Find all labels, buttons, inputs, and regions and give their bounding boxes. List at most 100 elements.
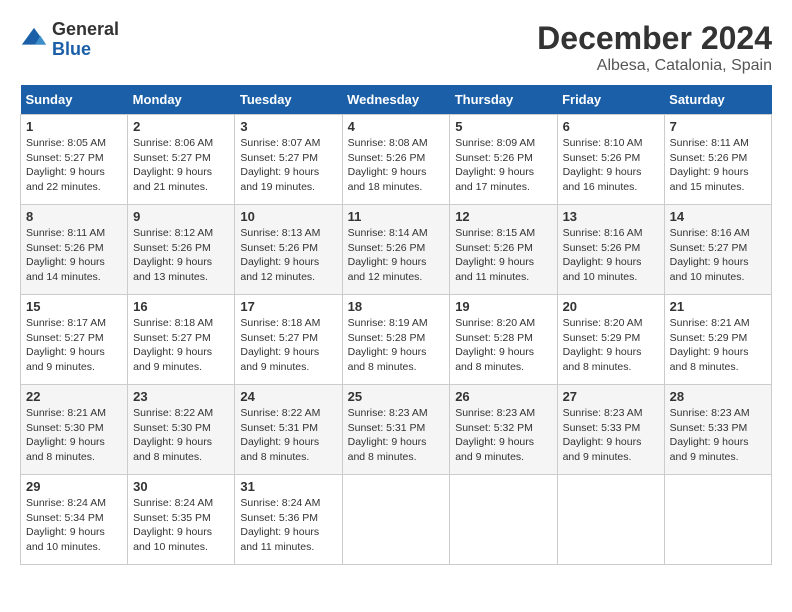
table-row: 29Sunrise: 8:24 AM Sunset: 5:34 PM Dayli… — [21, 475, 128, 565]
table-row: 19 Sunrise: 8:20 AM Sunset: 5:28 PM Dayli… — [450, 295, 557, 385]
day-info: Sunrise: 8:23 AM Sunset: 5:33 PM Dayligh… — [670, 406, 766, 465]
table-row — [664, 475, 771, 565]
table-row: 20 Sunrise: 8:20 AM Sunset: 5:29 PM Dayli… — [557, 295, 664, 385]
day-number: 13 — [563, 209, 659, 224]
day-info: Sunrise: 8:20 AM Sunset: 5:29 PM Dayligh… — [563, 316, 659, 375]
table-row: 10Sunrise: 8:13 AM Sunset: 5:26 PM Dayli… — [235, 205, 342, 295]
day-info: Sunrise: 8:18 AM Sunset: 5:27 PM Dayligh… — [133, 316, 229, 375]
day-number: 16 — [133, 299, 229, 314]
day-info: Sunrise: 8:17 AM Sunset: 5:27 PM Dayligh… — [26, 316, 122, 375]
day-info: Sunrise: 8:15 AM Sunset: 5:26 PM Dayligh… — [455, 226, 551, 285]
day-number: 25 — [348, 389, 445, 404]
day-number: 5 — [455, 119, 551, 134]
logo-icon — [20, 26, 48, 54]
month-title: December 2024 — [537, 20, 772, 57]
table-row: 15 Sunrise: 8:17 AM Sunset: 5:27 PM Dayli… — [21, 295, 128, 385]
table-row: 12 Sunrise: 8:15 AM Sunset: 5:26 PM Dayli… — [450, 205, 557, 295]
day-number: 15 — [26, 299, 122, 314]
day-info: Sunrise: 8:09 AM Sunset: 5:26 PM Dayligh… — [455, 136, 551, 195]
day-number: 24 — [240, 389, 336, 404]
header-sunday: Sunday — [21, 85, 128, 115]
table-row: 6 Sunrise: 8:10 AM Sunset: 5:26 PM Daylig… — [557, 115, 664, 205]
logo-blue-text: Blue — [52, 39, 91, 59]
table-row: 25 Sunrise: 8:23 AM Sunset: 5:31 PM Dayli… — [342, 385, 450, 475]
table-row: 18Sunrise: 8:19 AM Sunset: 5:28 PM Dayli… — [342, 295, 450, 385]
calendar-table: Sunday Monday Tuesday Wednesday Thursday… — [20, 85, 772, 565]
table-row: 23 Sunrise: 8:22 AM Sunset: 5:30 PM Dayli… — [128, 385, 235, 475]
page-header: General Blue December 2024 Albesa, Catal… — [20, 20, 772, 75]
day-number: 23 — [133, 389, 229, 404]
day-info: Sunrise: 8:12 AM Sunset: 5:26 PM Dayligh… — [133, 226, 229, 285]
calendar-week-4: 22 Sunrise: 8:21 AM Sunset: 5:30 PM Dayli… — [21, 385, 772, 475]
day-number: 22 — [26, 389, 122, 404]
table-row: 3 Sunrise: 8:07 AM Sunset: 5:27 PM Daylig… — [235, 115, 342, 205]
day-number: 21 — [670, 299, 766, 314]
logo-general-text: General — [52, 19, 119, 39]
day-info: Sunrise: 8:06 AM Sunset: 5:27 PM Dayligh… — [133, 136, 229, 195]
day-info: Sunrise: 8:21 AM Sunset: 5:30 PM Dayligh… — [26, 406, 122, 465]
day-number: 8 — [26, 209, 122, 224]
day-number: 2 — [133, 119, 229, 134]
day-number: 17 — [240, 299, 336, 314]
table-row: 5 Sunrise: 8:09 AM Sunset: 5:26 PM Daylig… — [450, 115, 557, 205]
day-info: Sunrise: 8:24 AM Sunset: 5:36 PM Dayligh… — [240, 496, 336, 555]
table-row: 21 Sunrise: 8:21 AM Sunset: 5:29 PM Dayli… — [664, 295, 771, 385]
header-wednesday: Wednesday — [342, 85, 450, 115]
table-row: 14 Sunrise: 8:16 AM Sunset: 5:27 PM Dayli… — [664, 205, 771, 295]
day-info: Sunrise: 8:07 AM Sunset: 5:27 PM Dayligh… — [240, 136, 336, 195]
table-row: 9 Sunrise: 8:12 AM Sunset: 5:26 PM Daylig… — [128, 205, 235, 295]
day-number: 7 — [670, 119, 766, 134]
day-number: 14 — [670, 209, 766, 224]
day-number: 30 — [133, 479, 229, 494]
day-number: 3 — [240, 119, 336, 134]
day-number: 12 — [455, 209, 551, 224]
table-row — [450, 475, 557, 565]
day-number: 11 — [348, 209, 445, 224]
day-info: Sunrise: 8:20 AM Sunset: 5:28 PM Dayligh… — [455, 316, 551, 375]
day-number: 31 — [240, 479, 336, 494]
table-row: 27Sunrise: 8:23 AM Sunset: 5:33 PM Dayli… — [557, 385, 664, 475]
day-info: Sunrise: 8:22 AM Sunset: 5:31 PM Dayligh… — [240, 406, 336, 465]
table-row: 26Sunrise: 8:23 AM Sunset: 5:32 PM Dayli… — [450, 385, 557, 475]
header-saturday: Saturday — [664, 85, 771, 115]
location: Albesa, Catalonia, Spain — [537, 57, 772, 75]
day-number: 29 — [26, 479, 122, 494]
day-info: Sunrise: 8:16 AM Sunset: 5:27 PM Dayligh… — [670, 226, 766, 285]
day-info: Sunrise: 8:18 AM Sunset: 5:27 PM Dayligh… — [240, 316, 336, 375]
day-info: Sunrise: 8:11 AM Sunset: 5:26 PM Dayligh… — [26, 226, 122, 285]
header-tuesday: Tuesday — [235, 85, 342, 115]
title-block: December 2024 Albesa, Catalonia, Spain — [537, 20, 772, 75]
calendar-week-1: 1Sunrise: 8:05 AM Sunset: 5:27 PM Daylig… — [21, 115, 772, 205]
header-thursday: Thursday — [450, 85, 557, 115]
day-number: 9 — [133, 209, 229, 224]
day-number: 18 — [348, 299, 445, 314]
calendar-week-3: 15 Sunrise: 8:17 AM Sunset: 5:27 PM Dayli… — [21, 295, 772, 385]
day-number: 6 — [563, 119, 659, 134]
day-info: Sunrise: 8:21 AM Sunset: 5:29 PM Dayligh… — [670, 316, 766, 375]
table-row: 2 Sunrise: 8:06 AM Sunset: 5:27 PM Daylig… — [128, 115, 235, 205]
day-info: Sunrise: 8:13 AM Sunset: 5:26 PM Dayligh… — [240, 226, 336, 285]
table-row: 13Sunrise: 8:16 AM Sunset: 5:26 PM Dayli… — [557, 205, 664, 295]
table-row: 17 Sunrise: 8:18 AM Sunset: 5:27 PM Dayli… — [235, 295, 342, 385]
day-info: Sunrise: 8:11 AM Sunset: 5:26 PM Dayligh… — [670, 136, 766, 195]
day-number: 4 — [348, 119, 445, 134]
table-row: 22 Sunrise: 8:21 AM Sunset: 5:30 PM Dayli… — [21, 385, 128, 475]
table-row: 24 Sunrise: 8:22 AM Sunset: 5:31 PM Dayli… — [235, 385, 342, 475]
table-row: 31 Sunrise: 8:24 AM Sunset: 5:36 PM Dayli… — [235, 475, 342, 565]
day-info: Sunrise: 8:23 AM Sunset: 5:32 PM Dayligh… — [455, 406, 551, 465]
day-info: Sunrise: 8:23 AM Sunset: 5:31 PM Dayligh… — [348, 406, 445, 465]
day-info: Sunrise: 8:10 AM Sunset: 5:26 PM Dayligh… — [563, 136, 659, 195]
table-row: 28Sunrise: 8:23 AM Sunset: 5:33 PM Dayli… — [664, 385, 771, 475]
day-info: Sunrise: 8:24 AM Sunset: 5:35 PM Dayligh… — [133, 496, 229, 555]
day-info: Sunrise: 8:22 AM Sunset: 5:30 PM Dayligh… — [133, 406, 229, 465]
day-number: 19 — [455, 299, 551, 314]
table-row: 7 Sunrise: 8:11 AM Sunset: 5:26 PM Daylig… — [664, 115, 771, 205]
calendar-header-row: Sunday Monday Tuesday Wednesday Thursday… — [21, 85, 772, 115]
day-number: 20 — [563, 299, 659, 314]
day-info: Sunrise: 8:05 AM Sunset: 5:27 PM Dayligh… — [26, 136, 122, 195]
table-row: 8 Sunrise: 8:11 AM Sunset: 5:26 PM Daylig… — [21, 205, 128, 295]
table-row: 30 Sunrise: 8:24 AM Sunset: 5:35 PM Dayli… — [128, 475, 235, 565]
day-info: Sunrise: 8:14 AM Sunset: 5:26 PM Dayligh… — [348, 226, 445, 285]
day-info: Sunrise: 8:23 AM Sunset: 5:33 PM Dayligh… — [563, 406, 659, 465]
table-row: 11 Sunrise: 8:14 AM Sunset: 5:26 PM Dayli… — [342, 205, 450, 295]
